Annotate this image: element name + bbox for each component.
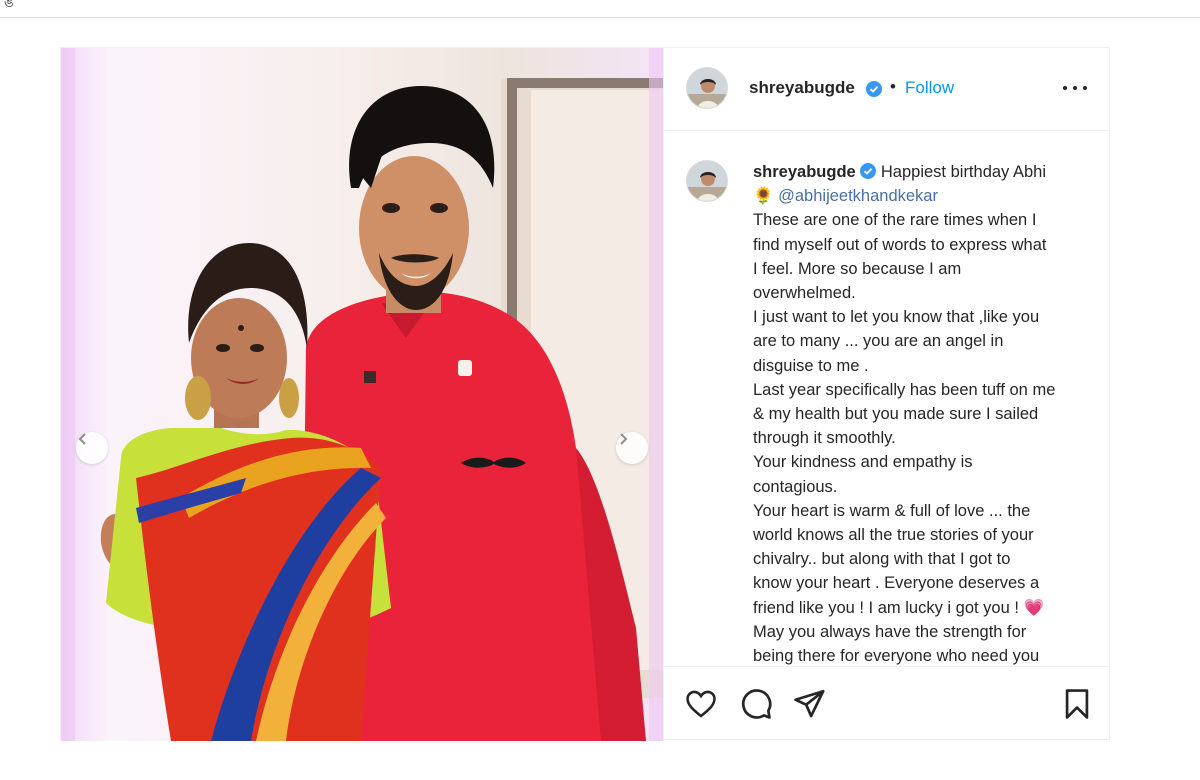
caption-first-line: Happiest birthday Abhi <box>880 163 1046 181</box>
caption-line: Your heart is warm & full of love ... th… <box>753 501 1031 520</box>
caption-line: I just want to let you know that ,like y… <box>753 308 1040 327</box>
caption-line: & my health but you made sure I sailed <box>753 405 1039 424</box>
caption-line: disguise to me . <box>753 356 869 375</box>
more-options-button[interactable] <box>1061 78 1089 96</box>
caption-line: find myself out of words to express what <box>753 235 1047 254</box>
caption-section: shreyabugde Happiest birthday Abhi 🌻 @ab… <box>664 131 1110 666</box>
caption-line: Your kindness and empathy is <box>753 453 973 472</box>
share-icon[interactable] <box>792 687 826 721</box>
caption-username[interactable]: shreyabugde <box>753 163 856 181</box>
caption-line: I feel. More so because I am <box>753 259 962 278</box>
caption-line: Last year specifically has been tuff on … <box>753 380 1056 399</box>
chevron-right-icon <box>620 433 628 445</box>
verified-badge-icon <box>860 163 877 179</box>
chevron-left-icon <box>78 433 86 445</box>
more-dot-icon <box>1063 86 1067 90</box>
caption-line: contagious. <box>753 477 838 496</box>
caption-line: through it smoothly. <box>753 429 896 448</box>
caption-line: chivalry.. but along with that I got to <box>753 550 1011 569</box>
caption-line: know your heart . Everyone deserves a <box>753 574 1040 593</box>
author-avatar[interactable] <box>686 67 728 109</box>
avatar-image <box>687 161 727 201</box>
caption-avatar[interactable] <box>686 160 728 202</box>
top-bar-glyph: ঙ <box>4 0 14 10</box>
caption-line: These are one of the rare times when I <box>753 211 1037 230</box>
separator-dot: • <box>890 77 896 96</box>
verified-badge-icon <box>866 81 882 97</box>
post-sidebar: shreyabugde • Follow shreyabugde Happies… <box>663 48 1110 741</box>
more-dot-icon <box>1083 86 1087 90</box>
author-username[interactable]: shreyabugde <box>749 78 855 98</box>
post-modal: shreyabugde • Follow shreyabugde Happies… <box>60 47 1110 741</box>
caption-line: friend like you ! I am lucky i got you !… <box>753 598 1045 617</box>
caption-line: May you always have the strength for <box>753 622 1027 641</box>
carousel-prev-button[interactable] <box>76 432 108 464</box>
like-icon[interactable] <box>684 687 718 721</box>
photo-illustration <box>61 48 663 741</box>
post-actions <box>664 666 1110 741</box>
caption-line: being there for everyone who need you <box>753 647 1040 666</box>
follow-button[interactable]: Follow <box>905 78 954 98</box>
more-dot-icon <box>1073 86 1077 90</box>
post-header: shreyabugde • Follow <box>664 48 1110 131</box>
save-icon[interactable] <box>1060 687 1094 721</box>
caption-line: world knows all the true stories of your <box>753 526 1034 545</box>
caption-text: shreyabugde Happiest birthday Abhi 🌻 @ab… <box>753 160 1098 666</box>
avatar-image <box>687 68 727 108</box>
top-bar: ঙ <box>0 0 1200 18</box>
carousel-next-button[interactable] <box>616 432 648 464</box>
post-photo[interactable] <box>61 48 663 741</box>
caption-mention[interactable]: 🌻 @abhijeetkhandkekar <box>753 184 1098 208</box>
comment-icon[interactable] <box>739 687 773 721</box>
caption-line: shreyabugde Happiest birthday Abhi <box>753 160 1098 184</box>
caption-line: are to many ... you are an angel in <box>753 332 1004 351</box>
caption-line: overwhelmed. <box>753 284 856 303</box>
